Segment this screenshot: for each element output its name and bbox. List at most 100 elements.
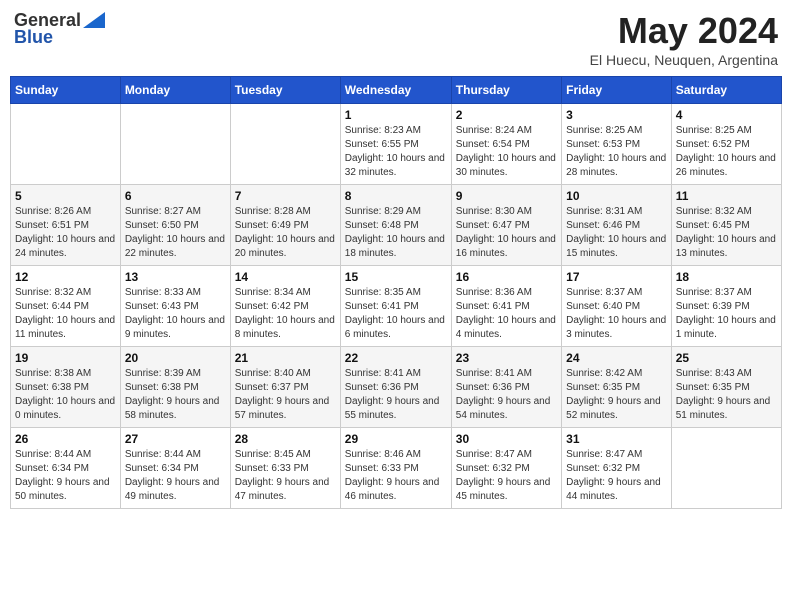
calendar-cell: 4 Sunrise: 8:25 AM Sunset: 6:52 PM Daylig… bbox=[671, 104, 781, 185]
calendar-day-header: Tuesday bbox=[230, 77, 340, 104]
day-number: 15 bbox=[345, 270, 447, 284]
day-info: Sunrise: 8:41 AM Sunset: 6:36 PM Dayligh… bbox=[345, 367, 447, 423]
day-info: Sunrise: 8:37 AM Sunset: 6:39 PM Dayligh… bbox=[676, 286, 777, 342]
day-info: Sunrise: 8:41 AM Sunset: 6:36 PM Dayligh… bbox=[456, 367, 557, 423]
day-number: 18 bbox=[676, 270, 777, 284]
calendar-cell: 28 Sunrise: 8:45 AM Sunset: 6:33 PM Dayli… bbox=[230, 428, 340, 509]
calendar-cell: 31 Sunrise: 8:47 AM Sunset: 6:32 PM Dayli… bbox=[562, 428, 672, 509]
day-number: 10 bbox=[566, 189, 667, 203]
main-title: May 2024 bbox=[590, 10, 778, 52]
calendar-cell: 24Sunrise: 8:42 AM Sunset: 6:35 PM Dayli… bbox=[562, 347, 672, 428]
day-number: 1 bbox=[345, 108, 447, 122]
day-info: Sunrise: 8:35 AM Sunset: 6:41 PM Dayligh… bbox=[345, 286, 447, 342]
day-number: 8 bbox=[345, 189, 447, 203]
day-info: Sunrise: 8:30 AM Sunset: 6:47 PM Dayligh… bbox=[456, 205, 557, 261]
calendar-cell: 13 Sunrise: 8:33 AM Sunset: 6:43 PM Dayli… bbox=[120, 266, 230, 347]
calendar-week-row: 1 Sunrise: 8:23 AM Sunset: 6:55 PM Daylig… bbox=[11, 104, 782, 185]
day-number: 16 bbox=[456, 270, 557, 284]
day-number: 11 bbox=[676, 189, 777, 203]
day-number: 21 bbox=[235, 351, 336, 365]
day-info: Sunrise: 8:43 AM Sunset: 6:35 PM Dayligh… bbox=[676, 367, 777, 423]
calendar-cell: 14 Sunrise: 8:34 AM Sunset: 6:42 PM Dayli… bbox=[230, 266, 340, 347]
day-info: Sunrise: 8:42 AM Sunset: 6:35 PM Dayligh… bbox=[566, 367, 667, 423]
day-number: 20 bbox=[125, 351, 226, 365]
calendar-cell: 11Sunrise: 8:32 AM Sunset: 6:45 PM Dayli… bbox=[671, 185, 781, 266]
day-number: 23 bbox=[456, 351, 557, 365]
calendar-cell: 18 Sunrise: 8:37 AM Sunset: 6:39 PM Dayli… bbox=[671, 266, 781, 347]
day-number: 9 bbox=[456, 189, 557, 203]
calendar-cell: 10 Sunrise: 8:31 AM Sunset: 6:46 PM Dayli… bbox=[562, 185, 672, 266]
calendar-cell: 3Sunrise: 8:25 AM Sunset: 6:53 PM Daylig… bbox=[562, 104, 672, 185]
logo-icon bbox=[83, 12, 105, 28]
day-number: 30 bbox=[456, 432, 557, 446]
day-number: 28 bbox=[235, 432, 336, 446]
calendar-cell: 26Sunrise: 8:44 AM Sunset: 6:34 PM Dayli… bbox=[11, 428, 121, 509]
day-info: Sunrise: 8:25 AM Sunset: 6:52 PM Dayligh… bbox=[676, 124, 777, 180]
day-info: Sunrise: 8:34 AM Sunset: 6:42 PM Dayligh… bbox=[235, 286, 336, 342]
day-number: 31 bbox=[566, 432, 667, 446]
day-info: Sunrise: 8:38 AM Sunset: 6:38 PM Dayligh… bbox=[15, 367, 116, 423]
day-number: 29 bbox=[345, 432, 447, 446]
calendar-cell: 27 Sunrise: 8:44 AM Sunset: 6:34 PM Dayli… bbox=[120, 428, 230, 509]
day-info: Sunrise: 8:46 AM Sunset: 6:33 PM Dayligh… bbox=[345, 448, 447, 504]
calendar-cell: 8 Sunrise: 8:29 AM Sunset: 6:48 PM Daylig… bbox=[340, 185, 451, 266]
calendar-cell: 6Sunrise: 8:27 AM Sunset: 6:50 PM Daylig… bbox=[120, 185, 230, 266]
logo: General Blue bbox=[14, 10, 105, 48]
calendar-day-header: Thursday bbox=[451, 77, 561, 104]
calendar-cell: 1 Sunrise: 8:23 AM Sunset: 6:55 PM Daylig… bbox=[340, 104, 451, 185]
day-info: Sunrise: 8:33 AM Sunset: 6:43 PM Dayligh… bbox=[125, 286, 226, 342]
calendar-cell: 16 Sunrise: 8:36 AM Sunset: 6:41 PM Dayli… bbox=[451, 266, 561, 347]
calendar-cell: 19 Sunrise: 8:38 AM Sunset: 6:38 PM Dayli… bbox=[11, 347, 121, 428]
day-number: 14 bbox=[235, 270, 336, 284]
day-number: 7 bbox=[235, 189, 336, 203]
day-info: Sunrise: 8:47 AM Sunset: 6:32 PM Dayligh… bbox=[566, 448, 667, 504]
calendar-cell: 7 Sunrise: 8:28 AM Sunset: 6:49 PM Daylig… bbox=[230, 185, 340, 266]
day-info: Sunrise: 8:24 AM Sunset: 6:54 PM Dayligh… bbox=[456, 124, 557, 180]
day-number: 27 bbox=[125, 432, 226, 446]
calendar-cell bbox=[230, 104, 340, 185]
day-info: Sunrise: 8:26 AM Sunset: 6:51 PM Dayligh… bbox=[15, 205, 116, 261]
day-info: Sunrise: 8:37 AM Sunset: 6:40 PM Dayligh… bbox=[566, 286, 667, 342]
calendar-day-header: Friday bbox=[562, 77, 672, 104]
day-info: Sunrise: 8:29 AM Sunset: 6:48 PM Dayligh… bbox=[345, 205, 447, 261]
calendar-day-header: Saturday bbox=[671, 77, 781, 104]
day-info: Sunrise: 8:23 AM Sunset: 6:55 PM Dayligh… bbox=[345, 124, 447, 180]
calendar-cell: 29 Sunrise: 8:46 AM Sunset: 6:33 PM Dayli… bbox=[340, 428, 451, 509]
day-number: 12 bbox=[15, 270, 116, 284]
calendar-cell bbox=[120, 104, 230, 185]
day-info: Sunrise: 8:36 AM Sunset: 6:41 PM Dayligh… bbox=[456, 286, 557, 342]
day-number: 13 bbox=[125, 270, 226, 284]
calendar-cell bbox=[671, 428, 781, 509]
day-number: 3 bbox=[566, 108, 667, 122]
calendar-cell: 20Sunrise: 8:39 AM Sunset: 6:38 PM Dayli… bbox=[120, 347, 230, 428]
calendar-table: SundayMondayTuesdayWednesdayThursdayFrid… bbox=[10, 76, 782, 509]
calendar-day-header: Sunday bbox=[11, 77, 121, 104]
calendar-week-row: 19 Sunrise: 8:38 AM Sunset: 6:38 PM Dayli… bbox=[11, 347, 782, 428]
day-number: 19 bbox=[15, 351, 116, 365]
calendar-week-row: 5 Sunrise: 8:26 AM Sunset: 6:51 PM Daylig… bbox=[11, 185, 782, 266]
day-info: Sunrise: 8:28 AM Sunset: 6:49 PM Dayligh… bbox=[235, 205, 336, 261]
calendar-day-header: Monday bbox=[120, 77, 230, 104]
calendar-cell: 17 Sunrise: 8:37 AM Sunset: 6:40 PM Dayli… bbox=[562, 266, 672, 347]
calendar-cell: 25 Sunrise: 8:43 AM Sunset: 6:35 PM Dayli… bbox=[671, 347, 781, 428]
calendar-cell: 30Sunrise: 8:47 AM Sunset: 6:32 PM Dayli… bbox=[451, 428, 561, 509]
calendar-header-row: SundayMondayTuesdayWednesdayThursdayFrid… bbox=[11, 77, 782, 104]
day-number: 25 bbox=[676, 351, 777, 365]
calendar-cell: 15 Sunrise: 8:35 AM Sunset: 6:41 PM Dayli… bbox=[340, 266, 451, 347]
calendar-cell: 22Sunrise: 8:41 AM Sunset: 6:36 PM Dayli… bbox=[340, 347, 451, 428]
day-number: 4 bbox=[676, 108, 777, 122]
calendar-cell: 9 Sunrise: 8:30 AM Sunset: 6:47 PM Daylig… bbox=[451, 185, 561, 266]
day-info: Sunrise: 8:44 AM Sunset: 6:34 PM Dayligh… bbox=[125, 448, 226, 504]
calendar-week-row: 12 Sunrise: 8:32 AM Sunset: 6:44 PM Dayli… bbox=[11, 266, 782, 347]
day-info: Sunrise: 8:31 AM Sunset: 6:46 PM Dayligh… bbox=[566, 205, 667, 261]
day-number: 17 bbox=[566, 270, 667, 284]
day-info: Sunrise: 8:32 AM Sunset: 6:44 PM Dayligh… bbox=[15, 286, 116, 342]
calendar-cell: 21 Sunrise: 8:40 AM Sunset: 6:37 PM Dayli… bbox=[230, 347, 340, 428]
calendar-cell: 12 Sunrise: 8:32 AM Sunset: 6:44 PM Dayli… bbox=[11, 266, 121, 347]
calendar-week-row: 26Sunrise: 8:44 AM Sunset: 6:34 PM Dayli… bbox=[11, 428, 782, 509]
calendar-cell: 5 Sunrise: 8:26 AM Sunset: 6:51 PM Daylig… bbox=[11, 185, 121, 266]
calendar-cell: 2Sunrise: 8:24 AM Sunset: 6:54 PM Daylig… bbox=[451, 104, 561, 185]
day-info: Sunrise: 8:45 AM Sunset: 6:33 PM Dayligh… bbox=[235, 448, 336, 504]
day-number: 5 bbox=[15, 189, 116, 203]
day-info: Sunrise: 8:40 AM Sunset: 6:37 PM Dayligh… bbox=[235, 367, 336, 423]
